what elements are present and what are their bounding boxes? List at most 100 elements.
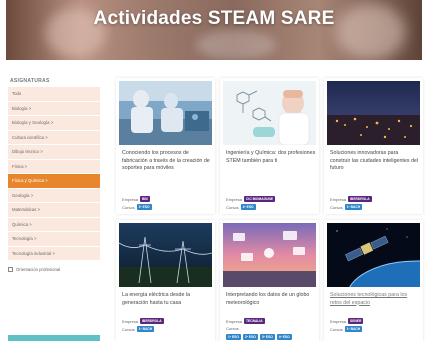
chevron-right-icon: > [50,120,54,126]
chevron-right-icon: > [37,207,41,213]
sidebar-item-label: Química [12,221,28,227]
chevron-right-icon: > [24,163,28,169]
card-company: Empresa SENER [330,318,364,324]
hero-banner: Actividades STEAM SARE [6,0,422,60]
company-badge: BBI [140,196,150,202]
activity-card[interactable]: Ingeniería y Química: dos profesiones ST… [220,78,319,214]
courses-label: Cursos [122,204,135,210]
card-courses: Cursos 1º BACH [330,204,363,210]
card-courses: Cursos [226,326,239,331]
course-badge: 3º ESO [259,334,275,340]
sidebar-item-geologia[interactable]: Geología > [8,189,100,203]
card-image-power-lines [119,223,212,287]
card-courses: Cursos 3º ESO [122,204,152,210]
card-image-satellite-earth [327,223,420,287]
sidebar-item-label: Geología [12,192,30,198]
company-badge: CIC BIOMAGUNE [244,196,276,202]
course-badge: 1º BACH [344,204,363,210]
sidebar-item-fisica-quimica[interactable]: Física y Química > [8,174,100,189]
card-courses: Cursos 1º BACH [122,326,155,332]
chevron-right-icon: > [30,192,34,198]
page-title: Actividades STEAM SARE [93,8,335,29]
sidebar-item-matematicas[interactable]: Matemáticas > [8,203,100,218]
sidebar-item-label: Física y Química [12,178,44,184]
sidebar-item-dibujo-tecnico[interactable]: Dibujo técnico > [8,145,100,160]
card-title[interactable]: Interpretando los datos de un globo mete… [226,292,316,307]
activity-card[interactable]: La energía eléctrica desde la generación… [116,220,215,341]
card-image-city-night [327,81,420,145]
course-badge: 4º ESO [276,334,292,340]
sidebar-item-label: Biología [12,105,28,111]
card-title[interactable]: Conociendo los procesos de fabricación a… [122,150,212,173]
courses-label: Cursos [226,326,239,331]
sidebar-item-label: Física [12,163,24,169]
subjects-sidebar: ASIGNATURAS Todo Biología > Biología y G… [8,78,100,272]
company-label: Empresa [226,196,243,202]
professional-orientation-filter[interactable]: Orientación profesional [8,267,100,272]
sidebar-item-label: Tecnología industrial [12,250,52,256]
activity-card[interactable]: Soluciones innovadoras para construir la… [324,78,423,214]
card-image-weather-balloon [223,223,316,287]
sidebar-item-biologia[interactable]: Biología > [8,102,100,116]
sidebar-item-tecnologia[interactable]: Tecnología > [8,232,100,247]
course-badge: 2º ESO [242,334,258,340]
sidebar-item-label: Todo [12,91,22,97]
card-company: Empresa BBI [122,196,150,202]
checkbox[interactable] [8,267,13,272]
courses-label: Cursos [330,204,343,210]
subject-filter-list: Todo Biología > Biología y Geología > Cu… [8,87,100,261]
courses-label: Cursos [330,326,343,332]
course-badge: 1º BACH [136,326,155,332]
company-badge: SENER [348,318,364,324]
company-badge: IBERDROLA [140,318,164,324]
card-company: Empresa IBERDROLA [122,318,164,324]
hero-photo-highlight [196,30,276,60]
company-label: Empresa [330,318,347,324]
chevron-right-icon: > [40,149,43,155]
sidebar-item-tecnologia-industrial[interactable]: Tecnología industrial > [8,247,100,261]
footer-button-strip[interactable] [8,335,100,341]
course-badge: 3º ESO [136,204,152,210]
card-courses: Cursos 4º ESO [226,204,256,210]
sidebar-title: ASIGNATURAS [10,78,50,84]
card-company: Empresa TECNALIA [226,318,265,324]
sidebar-item-label: Matemáticas [12,207,37,213]
sidebar-item-biologia-geologia[interactable]: Biología y Geología > [8,116,100,131]
card-title[interactable]: Ingeniería y Química: dos profesiones ST… [226,150,316,165]
company-badge: IBERDROLA [348,196,372,202]
sidebar-item-quimica[interactable]: Química > [8,218,100,232]
card-company: Empresa IBERDROLA [330,196,372,202]
chevron-right-icon: > [45,134,48,140]
sidebar-item-label: Biología y Geología [12,120,50,126]
sidebar-item-label: Cultura científica [12,134,45,140]
course-badge: 1º ESO [226,334,241,340]
company-label: Empresa [122,196,139,202]
courses-label: Cursos [226,204,239,210]
course-badge: 1º BACH [344,326,363,332]
activity-card[interactable]: Soluciones tecnológicas para los retos d… [324,220,423,341]
chevron-right-icon: > [28,105,32,111]
company-badge: TECNALIA [244,318,265,324]
courses-label: Cursos [122,326,135,332]
sidebar-item-fisica[interactable]: Física > [8,160,100,174]
card-image-scientist-molecules [223,81,316,145]
card-title-link[interactable]: Soluciones tecnológicas para los retos d… [330,292,420,307]
card-title[interactable]: Soluciones innovadoras para construir la… [330,150,420,173]
chevron-right-icon: > [34,236,37,242]
chevron-right-icon: > [29,221,32,227]
sidebar-item-cultura-cientifica[interactable]: Cultura científica > [8,131,100,145]
checkbox-label: Orientación profesional [16,267,61,272]
activity-card[interactable]: Conociendo los procesos de fabricación a… [116,78,215,214]
sidebar-item-label: Tecnología [12,236,33,242]
activity-card[interactable]: Interpretando los datos de un globo mete… [220,220,319,341]
company-label: Empresa [226,318,243,324]
card-image-lab-workers [119,81,212,145]
card-course-badges: 1º ESO 2º ESO 3º ESO 4º ESO [226,334,292,340]
sidebar-item-label: Dibujo técnico [12,149,39,155]
chevron-right-icon: > [45,178,48,184]
card-title[interactable]: La energía eléctrica desde la generación… [122,292,212,307]
company-label: Empresa [122,318,139,324]
sidebar-item-todo[interactable]: Todo [8,87,100,102]
card-company: Empresa CIC BIOMAGUNE [226,196,276,202]
chevron-right-icon: > [52,250,55,256]
